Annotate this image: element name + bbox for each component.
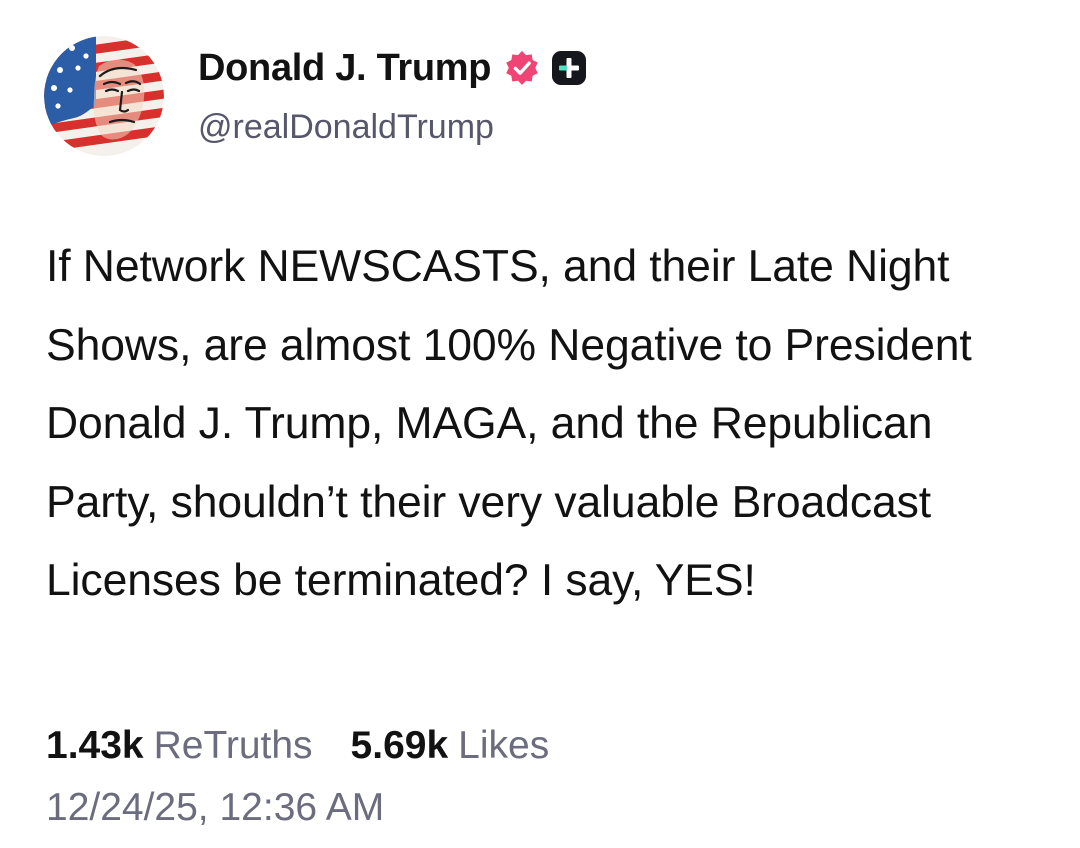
- display-name[interactable]: Donald J. Trump: [198, 47, 492, 90]
- likes-label: Likes: [458, 724, 550, 767]
- likes-stat[interactable]: 5.69k Likes: [351, 724, 550, 768]
- author-block: Donald J. Trump @realDonaldTrump: [198, 44, 587, 146]
- truth-social-plus-icon: [551, 50, 587, 86]
- post-card: Donald J. Trump @realDonaldTrump If Netw…: [0, 0, 1080, 848]
- verified-badge-icon: [503, 49, 541, 87]
- engagement-stats: 1.43k ReTruths 5.69k Likes: [46, 724, 549, 768]
- flag-portrait-icon: [44, 36, 164, 156]
- retruths-count: 1.43k: [46, 724, 144, 767]
- name-row: Donald J. Trump: [198, 44, 587, 92]
- avatar[interactable]: [44, 36, 164, 156]
- retruths-stat[interactable]: 1.43k ReTruths: [46, 724, 313, 768]
- post-text: If Network NEWSCASTS, and their Late Nig…: [46, 242, 972, 605]
- user-handle[interactable]: @realDonaldTrump: [198, 108, 494, 147]
- retruths-label: ReTruths: [153, 724, 313, 767]
- likes-count: 5.69k: [350, 724, 449, 767]
- post-timestamp: 12/24/25, 12:36 AM: [46, 786, 385, 829]
